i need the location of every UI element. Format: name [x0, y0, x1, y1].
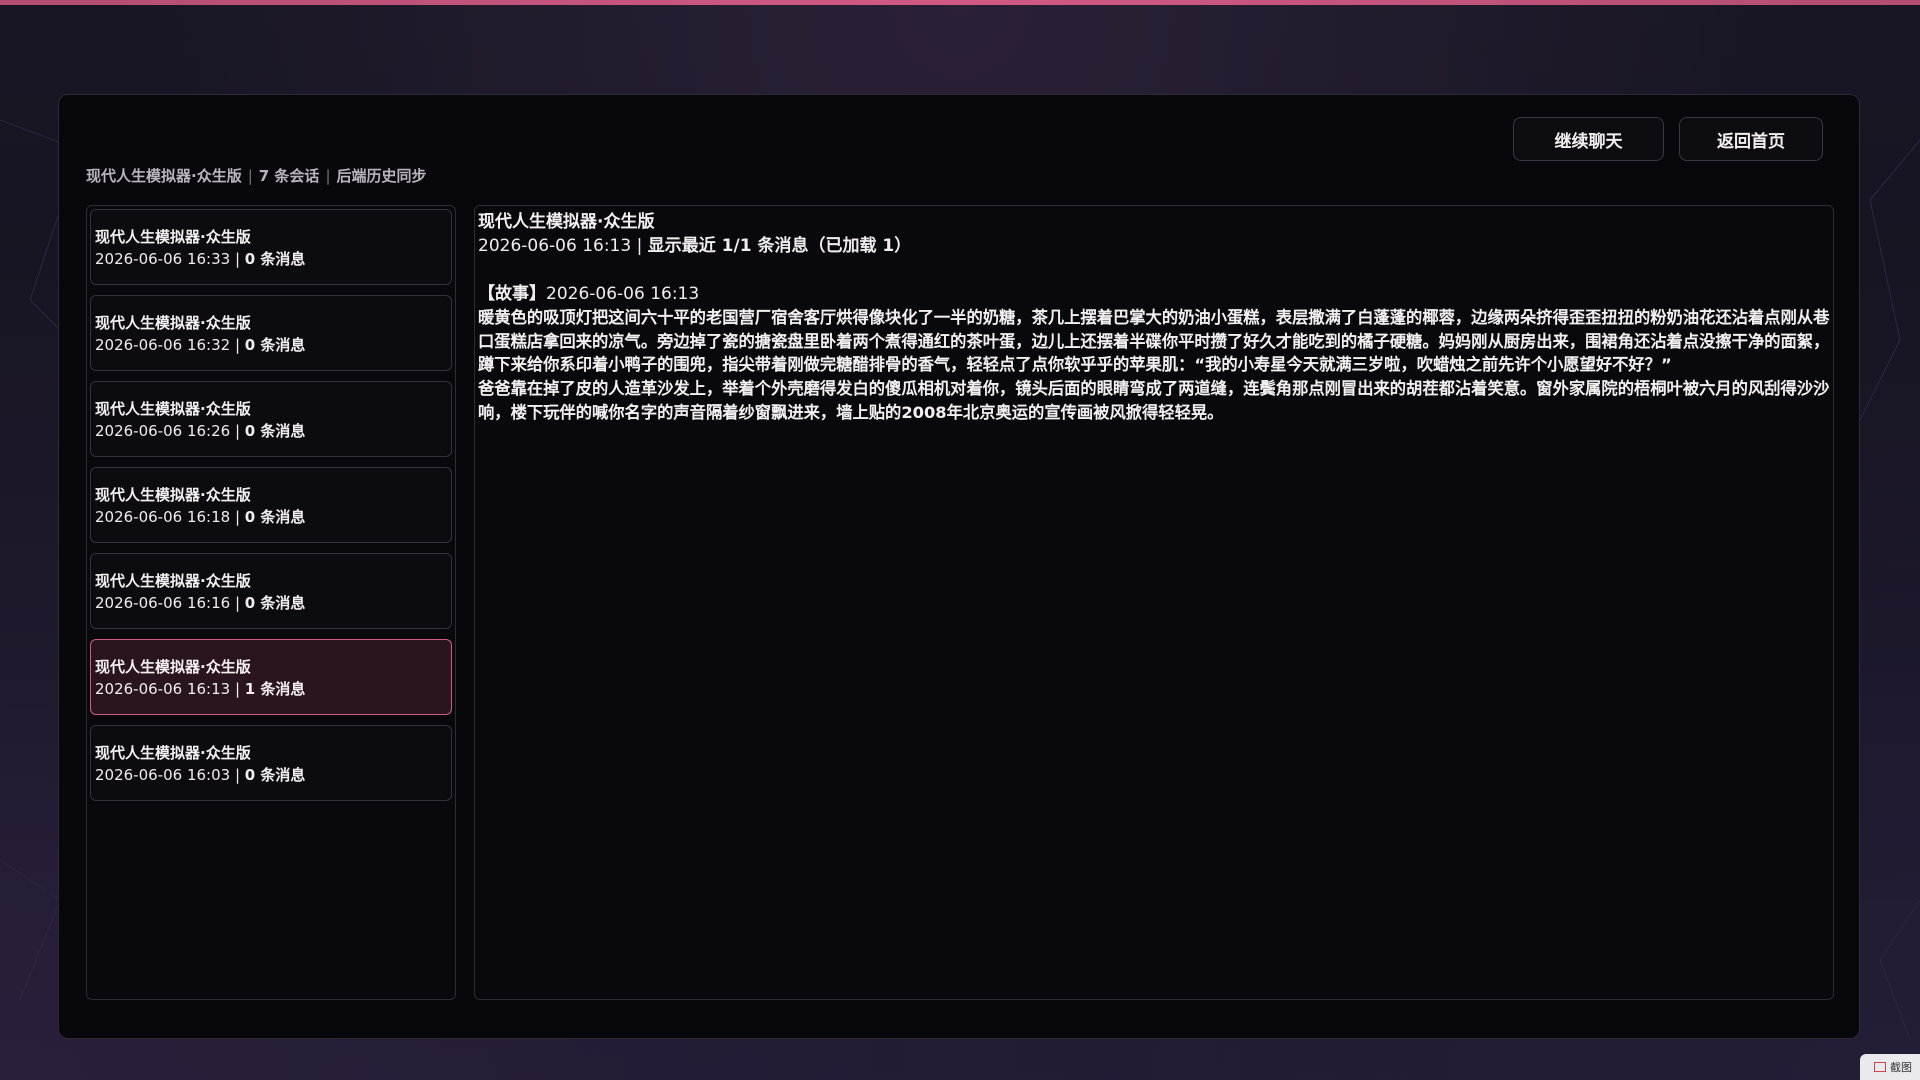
- session-title: 现代人生模拟器·众生版: [95, 744, 251, 762]
- history-panel: 继续聊天 返回首页 现代人生模拟器·众生版 | 7 条会话 | 后端历史同步 现代人生模…: [58, 94, 1860, 1039]
- session-meta: 2026-06-06 16:18 | 0 条消息: [95, 508, 306, 526]
- session-time: 2026-06-06 16:32: [95, 336, 231, 354]
- session-meta: 2026-06-06 16:16 | 0 条消息: [95, 594, 306, 612]
- session-title: 现代人生模拟器·众生版: [95, 658, 251, 676]
- screenshot-icon: [1874, 1062, 1886, 1072]
- session-meta: 2026-06-06 16:03 | 0 条消息: [95, 766, 306, 784]
- session-message-count: 0 条消息: [244, 594, 306, 612]
- session-item[interactable]: 现代人生模拟器·众生版 2026-06-06 16:33 | 0 条消息: [90, 209, 452, 285]
- session-item-active[interactable]: 现代人生模拟器·众生版 2026-06-06 16:13 | 1 条消息: [90, 639, 452, 715]
- session-message-count: 0 条消息: [244, 250, 306, 268]
- session-item[interactable]: 现代人生模拟器·众生版 2026-06-06 16:18 | 0 条消息: [90, 467, 452, 543]
- session-detail[interactable]: 现代人生模拟器·众生版 2026-06-06 16:13 | 显示最近 1/1 …: [474, 205, 1834, 1000]
- detail-info: 2026-06-06 16:13 | 显示最近 1/1 条消息（已加载 1）: [478, 236, 912, 256]
- session-title: 现代人生模拟器·众生版: [95, 572, 251, 590]
- message-time: 2026-06-06 16:13: [546, 284, 700, 304]
- session-time: 2026-06-06 16:26: [95, 422, 231, 440]
- screenshot-tool-widget[interactable]: 截图: [1860, 1054, 1920, 1080]
- session-item[interactable]: 现代人生模拟器·众生版 2026-06-06 16:03 | 0 条消息: [90, 725, 452, 801]
- session-message-count: 0 条消息: [244, 508, 306, 526]
- session-message-count: 0 条消息: [244, 766, 306, 784]
- separator: |: [247, 167, 253, 185]
- session-meta: 2026-06-06 16:33 | 0 条消息: [95, 250, 306, 268]
- screenshot-label: 截图: [1890, 1061, 1912, 1074]
- back-home-button[interactable]: 返回首页: [1679, 117, 1823, 161]
- session-time: 2026-06-06 16:13: [95, 680, 231, 698]
- session-meta: 2026-06-06 16:13 | 1 条消息: [95, 680, 306, 698]
- session-title: 现代人生模拟器·众生版: [95, 314, 251, 332]
- session-message-count: 1 条消息: [244, 680, 306, 698]
- detail-title: 现代人生模拟器·众生版: [478, 212, 655, 232]
- session-title: 现代人生模拟器·众生版: [95, 486, 251, 504]
- session-time: 2026-06-06 16:33: [95, 250, 231, 268]
- separator: |: [325, 167, 331, 185]
- message-body: 暖黄色的吸顶灯把这间六十平的老国营厂宿舍客厅烘得像块化了一半的奶糖，茶几上摆着巴…: [478, 308, 1830, 422]
- session-time: 2026-06-06 16:18: [95, 508, 231, 526]
- message-header: 【故事】2026-06-06 16:13: [478, 282, 1830, 306]
- continue-chat-button[interactable]: 继续聊天: [1513, 117, 1664, 161]
- story-message: 【故事】2026-06-06 16:13 暖黄色的吸顶灯把这间六十平的老国营厂宿…: [478, 282, 1830, 425]
- sync-status: 后端历史同步: [336, 167, 427, 185]
- session-time: 2026-06-06 16:16: [95, 594, 231, 612]
- detail-time: 2026-06-06 16:13: [478, 236, 632, 256]
- session-time: 2026-06-06 16:03: [95, 766, 231, 784]
- app-name: 现代人生模拟器·众生版: [86, 167, 242, 185]
- session-meta: 2026-06-06 16:26 | 0 条消息: [95, 422, 306, 440]
- session-list[interactable]: 现代人生模拟器·众生版 2026-06-06 16:33 | 0 条消息 现代人…: [86, 205, 456, 1000]
- session-message-count: 0 条消息: [244, 336, 306, 354]
- message-tag: 【故事】: [478, 284, 546, 304]
- session-item[interactable]: 现代人生模拟器·众生版 2026-06-06 16:16 | 0 条消息: [90, 553, 452, 629]
- session-title: 现代人生模拟器·众生版: [95, 228, 251, 246]
- detail-load-status: 显示最近 1/1 条消息（已加载 1）: [647, 236, 912, 256]
- session-message-count: 0 条消息: [244, 422, 306, 440]
- session-item[interactable]: 现代人生模拟器·众生版 2026-06-06 16:32 | 0 条消息: [90, 295, 452, 371]
- history-meta: 现代人生模拟器·众生版 | 7 条会话 | 后端历史同步: [86, 165, 427, 186]
- top-accent-bar: [0, 0, 1920, 5]
- session-title: 现代人生模拟器·众生版: [95, 400, 251, 418]
- session-meta: 2026-06-06 16:32 | 0 条消息: [95, 336, 306, 354]
- session-item[interactable]: 现代人生模拟器·众生版 2026-06-06 16:26 | 0 条消息: [90, 381, 452, 457]
- session-count: 7 条会话: [258, 167, 320, 185]
